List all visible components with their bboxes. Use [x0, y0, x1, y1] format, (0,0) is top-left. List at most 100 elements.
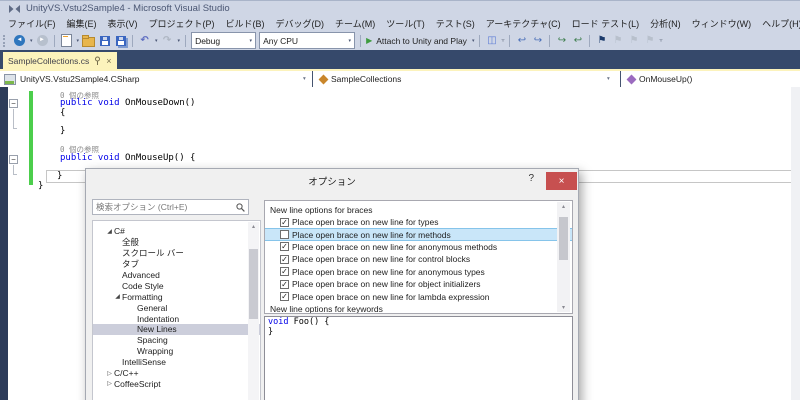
- type-dropdown-arrow[interactable]: ▾: [607, 76, 610, 82]
- toolbar-overflow-button[interactable]: ▿: [659, 37, 662, 44]
- step-over-button[interactable]: ↩: [571, 34, 584, 47]
- scroll-down-icon[interactable]: ▾: [557, 304, 570, 311]
- menu-help[interactable]: ヘルプ(H): [762, 17, 800, 30]
- menu-analyze[interactable]: 分析(N): [650, 17, 681, 30]
- checkbox[interactable]: ✓: [280, 267, 289, 277]
- new-file-dropdown-arrow[interactable]: ▾: [77, 38, 80, 44]
- checkbox[interactable]: ✓: [280, 254, 289, 264]
- tree-item-formatting-general[interactable]: General: [93, 302, 260, 313]
- checkbox[interactable]: ✓: [280, 217, 289, 227]
- tree-item-scrollbars[interactable]: スクロール バー: [93, 248, 260, 259]
- checkbox[interactable]: ✓: [280, 292, 289, 302]
- help-button[interactable]: ?: [528, 173, 534, 184]
- close-tab-icon[interactable]: ×: [106, 56, 111, 66]
- tree-item-new-lines[interactable]: New Lines: [93, 324, 260, 335]
- back-dropdown-arrow[interactable]: ▾: [30, 38, 33, 44]
- tree-item-cpp[interactable]: ▷ C/C++: [93, 368, 260, 379]
- tree-item-general-jp[interactable]: 全般: [93, 237, 260, 248]
- scroll-up-icon[interactable]: ▴: [248, 223, 259, 230]
- checkbox[interactable]: ✓: [280, 242, 289, 252]
- option-row[interactable]: ✓ Place open brace on new line for anonym…: [265, 266, 572, 278]
- checkbox[interactable]: ✓: [280, 279, 289, 289]
- option-row[interactable]: ✓ Place open brace on new line for anonym…: [265, 241, 572, 253]
- navigate-back-button[interactable]: ◄: [13, 34, 26, 47]
- project-dropdown[interactable]: UnityVS.Vstu2Sample4.CSharp: [4, 71, 140, 87]
- solution-platform-combo[interactable]: Any CPU ▾: [259, 32, 356, 49]
- tree-item-tabs[interactable]: タブ: [93, 259, 260, 270]
- member-dropdown[interactable]: OnMouseUp(): [626, 71, 692, 87]
- tree-scrollbar-thumb[interactable]: [249, 249, 258, 319]
- options-scrollbar-thumb[interactable]: [559, 217, 568, 260]
- scroll-up-icon[interactable]: ▴: [557, 203, 570, 210]
- project-dropdown-arrow[interactable]: ▾: [303, 76, 306, 82]
- tree-item-formatting[interactable]: ◢ Formatting: [93, 291, 260, 302]
- code-line[interactable]: }: [60, 126, 65, 136]
- option-row[interactable]: ✓ Place open brace on new line for lambda…: [265, 290, 572, 302]
- code-line[interactable]: }: [57, 171, 62, 181]
- menu-load-test[interactable]: ロード テスト(L): [572, 17, 640, 30]
- menu-view[interactable]: 表示(V): [108, 17, 138, 30]
- redo-button[interactable]: ↷: [161, 34, 174, 47]
- collapse-region-button[interactable]: −: [9, 99, 18, 108]
- clear-bookmarks-button[interactable]: ⚑: [643, 34, 656, 47]
- tree-item-code-style[interactable]: Code Style: [93, 280, 260, 291]
- navigate-backward-history-button[interactable]: ↩: [515, 34, 528, 47]
- menu-team[interactable]: チーム(M): [335, 17, 375, 30]
- tree-item-indentation[interactable]: Indentation: [93, 313, 260, 324]
- tree-item-advanced[interactable]: Advanced: [93, 270, 260, 281]
- code-line[interactable]: }: [38, 181, 43, 191]
- pin-icon[interactable]: [94, 56, 101, 65]
- tree-item-coffeescript[interactable]: ▷ CoffeeScript: [93, 378, 260, 389]
- code-line[interactable]: public void OnMouseDown(): [60, 98, 195, 108]
- save-all-button[interactable]: [114, 34, 127, 47]
- next-bookmark-button[interactable]: ⚑: [627, 34, 640, 47]
- document-tab[interactable]: SampleCollections.cs ×: [3, 52, 117, 69]
- menu-edit[interactable]: 編集(E): [67, 17, 97, 30]
- code-line[interactable]: {: [60, 108, 65, 118]
- new-file-button[interactable]: [60, 34, 73, 47]
- undo-dropdown-arrow[interactable]: ▾: [155, 38, 158, 44]
- expanded-arrow-icon[interactable]: ◢: [113, 293, 122, 300]
- tree-scrollbar[interactable]: ▴: [248, 222, 259, 400]
- step-into-button[interactable]: ↪: [555, 34, 568, 47]
- tree-item-intellisense[interactable]: IntelliSense: [93, 357, 260, 368]
- expanded-arrow-icon[interactable]: ◢: [105, 228, 114, 235]
- collapsed-arrow-icon[interactable]: ▷: [105, 370, 114, 377]
- options-scrollbar[interactable]: ▴ ▾: [557, 202, 570, 312]
- navigate-forward-button[interactable]: ►: [36, 34, 49, 47]
- toolbar-overflow-button[interactable]: ▿: [501, 37, 504, 44]
- collapsed-arrow-icon[interactable]: ▷: [105, 380, 114, 387]
- code-line[interactable]: public void OnMouseUp() {: [60, 153, 195, 163]
- search-options-input[interactable]: 検索オプション (Ctrl+E): [92, 199, 249, 215]
- solution-configuration-combo[interactable]: Debug ▾: [191, 32, 257, 49]
- tree-item-csharp[interactable]: ◢ C#: [93, 226, 260, 237]
- navigate-forward-history-button[interactable]: ↪: [531, 34, 544, 47]
- menu-file[interactable]: ファイル(F): [8, 17, 56, 30]
- option-row[interactable]: ✓ Place open brace on new line for contro…: [265, 253, 572, 265]
- open-file-button[interactable]: [82, 34, 96, 47]
- menu-debug[interactable]: デバッグ(D): [276, 17, 325, 30]
- option-row[interactable]: ✓ Place open brace on new line for types: [265, 216, 572, 228]
- menu-build[interactable]: ビルド(B): [226, 17, 265, 30]
- collapse-region-button[interactable]: −: [9, 155, 18, 164]
- tree-item-wrapping[interactable]: Wrapping: [93, 346, 260, 357]
- option-row-selected[interactable]: Place open brace on new line for methods: [265, 228, 572, 241]
- menu-architecture[interactable]: アーキテクチャ(C): [486, 17, 561, 30]
- toggle-bookmark-button[interactable]: ⚑: [595, 34, 608, 47]
- undo-button[interactable]: ↶: [138, 34, 151, 47]
- save-button[interactable]: [98, 34, 111, 47]
- prev-bookmark-button[interactable]: ⚑: [611, 34, 624, 47]
- attach-to-process-button[interactable]: ◫: [485, 34, 498, 47]
- menu-tools[interactable]: ツール(T): [386, 17, 425, 30]
- option-row[interactable]: ✓ Place open brace on new line for object…: [265, 278, 572, 290]
- type-dropdown[interactable]: SampleCollections: [318, 71, 401, 87]
- menu-project[interactable]: プロジェクト(P): [149, 17, 215, 30]
- toolbar-grip[interactable]: [3, 34, 8, 47]
- attach-to-unity-button[interactable]: ▶ Attach to Unity and Play ▾: [366, 36, 474, 46]
- tree-item-spacing[interactable]: Spacing: [93, 335, 260, 346]
- menu-test[interactable]: テスト(S): [436, 17, 475, 30]
- editor-scrollbar[interactable]: [791, 87, 800, 400]
- redo-dropdown-arrow[interactable]: ▾: [178, 38, 181, 44]
- menu-window[interactable]: ウィンドウ(W): [692, 17, 752, 30]
- checkbox[interactable]: [280, 230, 289, 240]
